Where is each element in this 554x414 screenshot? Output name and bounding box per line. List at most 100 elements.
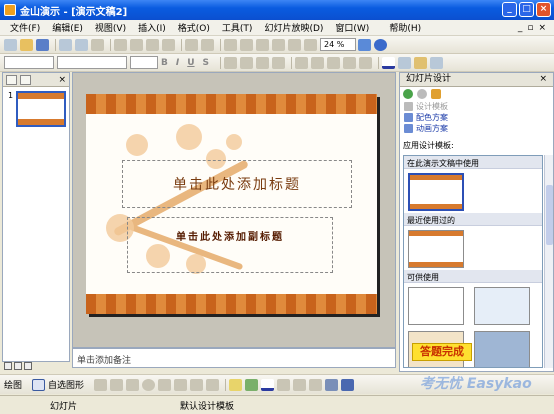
- normal-view-button[interactable]: [4, 362, 12, 370]
- ellipse-icon[interactable]: [142, 378, 156, 391]
- tab-outline[interactable]: [6, 74, 17, 85]
- subtitle-placeholder[interactable]: 单击此处添加副标题: [127, 217, 333, 273]
- notes-area[interactable]: 单击添加备注: [72, 348, 396, 368]
- insert-textbox-icon[interactable]: [272, 38, 285, 51]
- sorter-view-button[interactable]: [14, 362, 22, 370]
- menu-slideshow[interactable]: 幻灯片放映(D): [264, 21, 323, 34]
- slideshow-view-button[interactable]: [24, 362, 32, 370]
- 3d-icon[interactable]: [341, 378, 355, 391]
- close-icon[interactable]: ×: [539, 73, 547, 86]
- redo-icon[interactable]: [201, 38, 214, 51]
- italic-button[interactable]: I: [176, 58, 179, 68]
- slide-canvas[interactable]: 单击此处添加标题 单击此处添加副标题: [86, 94, 377, 314]
- design-icon[interactable]: [398, 56, 412, 69]
- doc-minimize-button[interactable]: _: [518, 23, 523, 33]
- line-style-icon[interactable]: [277, 378, 291, 391]
- clipart-icon[interactable]: [190, 378, 204, 391]
- menu-edit[interactable]: 编辑(E): [52, 21, 83, 34]
- template-available[interactable]: [474, 331, 530, 367]
- maximize-button[interactable]: □: [519, 2, 534, 17]
- arrow-icon[interactable]: [110, 378, 124, 391]
- scrollbar-thumb[interactable]: [546, 185, 553, 245]
- copy-icon[interactable]: [130, 38, 143, 51]
- menu-format[interactable]: 格式(O): [178, 21, 210, 34]
- grid-icon[interactable]: [304, 38, 317, 51]
- line-color-icon[interactable]: [245, 378, 259, 391]
- help-icon[interactable]: [374, 38, 387, 51]
- menu-tools[interactable]: 工具(T): [222, 21, 253, 34]
- paste-icon[interactable]: [146, 38, 159, 51]
- underline-button[interactable]: U: [187, 58, 194, 68]
- new-slide-icon[interactable]: [414, 56, 428, 69]
- bullets-icon[interactable]: [311, 56, 325, 69]
- align-center-icon[interactable]: [240, 56, 254, 69]
- slide-thumbnail[interactable]: [16, 91, 66, 127]
- autoshapes-menu[interactable]: 自选图形: [48, 378, 84, 391]
- picture-icon[interactable]: [206, 378, 220, 391]
- shadow-icon[interactable]: [325, 378, 339, 391]
- cut-icon[interactable]: [114, 38, 127, 51]
- align-right-icon[interactable]: [256, 56, 270, 69]
- open-icon[interactable]: [20, 38, 33, 51]
- font-color-icon[interactable]: [382, 56, 396, 69]
- line-icon[interactable]: [94, 378, 108, 391]
- find-icon[interactable]: [358, 38, 371, 51]
- style-select[interactable]: [4, 56, 54, 69]
- close-button[interactable]: ×: [536, 2, 551, 17]
- home-icon[interactable]: [431, 89, 441, 99]
- insert-chart-icon[interactable]: [240, 38, 253, 51]
- insert-shape-icon[interactable]: [288, 38, 301, 51]
- answer-complete-badge[interactable]: 答题完成: [412, 343, 472, 361]
- print-icon[interactable]: [59, 38, 72, 51]
- save-icon[interactable]: [36, 38, 49, 51]
- font-color-icon[interactable]: [261, 378, 275, 391]
- numbering-icon[interactable]: [295, 56, 309, 69]
- insert-table-icon[interactable]: [224, 38, 237, 51]
- fill-color-icon[interactable]: [229, 378, 243, 391]
- shadow-button[interactable]: S: [203, 58, 209, 68]
- insert-picture-icon[interactable]: [256, 38, 269, 51]
- menu-insert[interactable]: 插入(I): [138, 21, 166, 34]
- template-current[interactable]: [408, 173, 464, 211]
- draw-menu[interactable]: 绘图: [4, 378, 22, 391]
- link-design-template[interactable]: 设计模板: [400, 101, 553, 112]
- tab-slides[interactable]: [20, 74, 31, 85]
- menu-help[interactable]: 帮助(H): [389, 21, 421, 34]
- rectangle-icon[interactable]: [126, 378, 140, 391]
- increase-indent-icon[interactable]: [327, 56, 341, 69]
- justify-icon[interactable]: [272, 56, 286, 69]
- menu-view[interactable]: 视图(V): [95, 21, 126, 34]
- select-arrow-icon[interactable]: [32, 378, 46, 391]
- template-recent[interactable]: [408, 230, 464, 268]
- line-spacing-icon[interactable]: [359, 56, 373, 69]
- font-select[interactable]: [57, 56, 127, 69]
- textbox-icon[interactable]: [158, 378, 172, 391]
- slide-layout-icon[interactable]: [430, 56, 444, 69]
- doc-close-button[interactable]: ×: [538, 23, 546, 33]
- spelling-icon[interactable]: [91, 38, 104, 51]
- arrow-style-icon[interactable]: [309, 378, 323, 391]
- back-icon[interactable]: [403, 89, 413, 99]
- zoom-select[interactable]: 24 %: [320, 38, 356, 51]
- bold-button[interactable]: B: [161, 58, 168, 68]
- decrease-indent-icon[interactable]: [343, 56, 357, 69]
- doc-restore-button[interactable]: ▫: [527, 23, 533, 33]
- link-color-scheme[interactable]: 配色方案: [400, 112, 553, 123]
- template-available[interactable]: [474, 287, 530, 325]
- new-icon[interactable]: [4, 38, 17, 51]
- close-icon[interactable]: ×: [58, 75, 66, 85]
- link-animation-scheme[interactable]: 动画方案: [400, 123, 553, 134]
- font-size-select[interactable]: [130, 56, 158, 69]
- menu-window[interactable]: 窗口(W): [335, 21, 369, 34]
- forward-icon[interactable]: [417, 89, 427, 99]
- format-painter-icon[interactable]: [162, 38, 175, 51]
- minimize-button[interactable]: _: [502, 2, 517, 17]
- dash-style-icon[interactable]: [293, 378, 307, 391]
- print-preview-icon[interactable]: [75, 38, 88, 51]
- template-available[interactable]: [408, 287, 464, 325]
- wordart-icon[interactable]: [174, 378, 188, 391]
- menu-file[interactable]: 文件(F): [10, 21, 40, 34]
- align-left-icon[interactable]: [224, 56, 238, 69]
- title-placeholder[interactable]: 单击此处添加标题: [122, 160, 352, 208]
- task-pane-scrollbar[interactable]: [544, 155, 553, 368]
